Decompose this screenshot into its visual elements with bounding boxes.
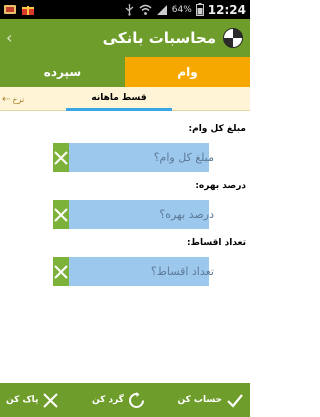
installments-input[interactable] xyxy=(69,257,230,286)
installments-label: تعداد اقساط: xyxy=(187,238,246,248)
signal-icon xyxy=(156,5,167,15)
round-label: گرد کن xyxy=(91,395,124,405)
tab-deposit[interactable]: سپرده xyxy=(0,57,125,87)
clock: 12:24 xyxy=(207,2,246,17)
tab-rate-label: نرخ xyxy=(12,94,25,104)
usb-icon xyxy=(125,4,134,16)
main-tabs: سپرده وام xyxy=(0,57,250,87)
loan-amount-row xyxy=(53,143,230,172)
clear-installments-button[interactable] xyxy=(53,257,69,286)
tab-rate[interactable]: ⇠ نرخ xyxy=(2,91,24,107)
close-icon xyxy=(43,392,59,408)
app-bar: ‹ محاسبات بانکی xyxy=(0,19,250,57)
notification-icons xyxy=(0,3,35,16)
tab-monthly-installment[interactable]: قسط ماهانه xyxy=(66,87,172,111)
interest-rate-label: درصد بهره: xyxy=(195,181,246,191)
interest-rate-input[interactable] xyxy=(69,200,230,229)
loan-amount-label: مبلغ کل وام: xyxy=(188,124,246,134)
notification-card-icon xyxy=(4,5,16,14)
swipe-arrow-icon: ⇠ xyxy=(2,93,11,105)
installments-row xyxy=(53,257,230,286)
interest-rate-row xyxy=(53,200,230,229)
battery-percent: 64% xyxy=(171,4,192,15)
round-button[interactable]: گرد کن xyxy=(91,391,145,409)
close-icon xyxy=(54,207,68,222)
bottom-action-bar: پاک کن گرد کن حساب کن xyxy=(0,383,250,417)
battery-icon xyxy=(195,3,204,16)
clear-all-button[interactable]: پاک کن xyxy=(6,392,59,409)
checkmark-icon xyxy=(227,393,243,408)
tab-loan[interactable]: وام xyxy=(125,57,250,87)
sub-tabs: ⇠ نرخ قسط ماهانه xyxy=(0,87,250,111)
clear-interest-rate-button[interactable] xyxy=(53,200,69,229)
app-title: محاسبات بانکی xyxy=(102,29,216,47)
close-icon xyxy=(54,264,68,279)
refresh-icon xyxy=(128,391,144,408)
calculate-button[interactable]: حساب کن xyxy=(177,392,244,409)
clear-all-label: پاک کن xyxy=(6,395,39,405)
status-bar: 64% 12:24 xyxy=(0,0,250,19)
app-logo-icon xyxy=(223,28,243,48)
screen: 64% 12:24 ‹ محاسبات بانکی سپرده وام ⇠ نر… xyxy=(0,0,250,417)
back-chevron-icon[interactable]: ‹ xyxy=(6,28,12,47)
wifi-icon xyxy=(139,4,152,15)
gift-icon xyxy=(22,6,34,15)
calculate-label: حساب کن xyxy=(177,395,222,405)
loan-amount-input[interactable] xyxy=(69,143,230,172)
close-icon xyxy=(54,150,68,165)
clear-loan-amount-button[interactable] xyxy=(53,143,69,172)
status-indicators: 64% 12:24 xyxy=(124,0,246,19)
